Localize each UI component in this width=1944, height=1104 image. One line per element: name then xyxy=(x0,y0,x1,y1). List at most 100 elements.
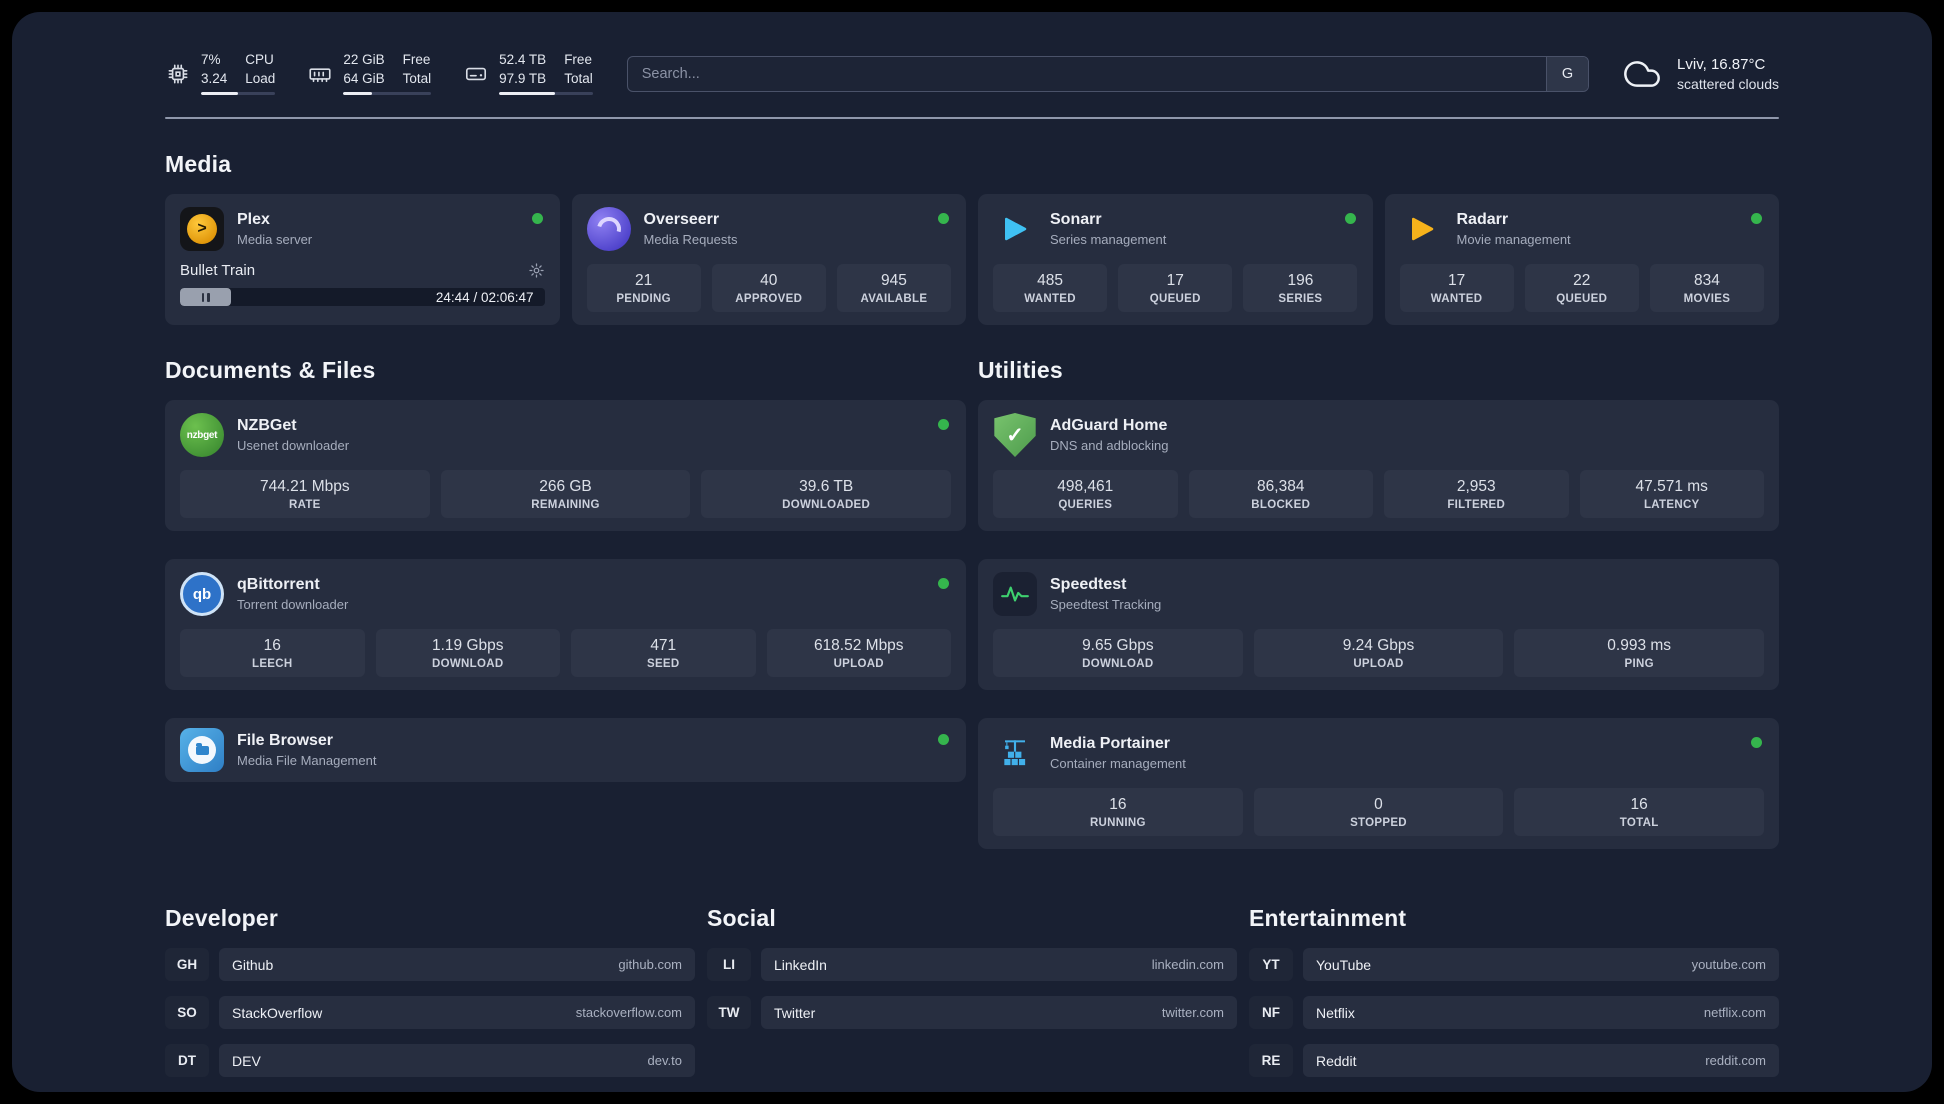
sonarr-stats: 485 WANTED 17 QUEUED 196 SERIES xyxy=(993,264,1358,313)
nzbget-icon: nzbget xyxy=(180,413,224,458)
disk-free-value: 52.4 TB xyxy=(499,52,547,67)
app-card-adguard[interactable]: ✓ AdGuard Home DNS and adblocking 498,46… xyxy=(978,400,1779,532)
memory-free-label: Free xyxy=(402,52,431,67)
weather-widget: Lviv, 16.87°C scattered clouds xyxy=(1619,54,1779,94)
section-documents: Documents & Files nzbget NZBGet Usenet d… xyxy=(165,357,966,849)
link-body[interactable]: YouTube youtube.com xyxy=(1303,948,1779,982)
stat-blocked: 86,384 BLOCKED xyxy=(1188,470,1373,519)
disk-readout: 52.4 TB 97.9 TB Free Total xyxy=(499,52,593,96)
link-body[interactable]: Netflix netflix.com xyxy=(1303,996,1779,1030)
app-card-overseerr[interactable]: Overseerr Media Requests 21 PENDING 40 A… xyxy=(571,194,966,326)
documents-section-title: Documents & Files xyxy=(165,357,376,384)
utilities-section-title: Utilities xyxy=(978,357,1063,384)
app-subtitle: Media File Management xyxy=(237,753,377,769)
social-section-title: Social xyxy=(707,905,776,932)
link-reddit[interactable]: RE Reddit reddit.com xyxy=(1249,1044,1779,1078)
app-card-speedtest[interactable]: Speedtest Speedtest Tracking 9.65 Gbps D… xyxy=(978,559,1779,691)
stat-available: 945 AVAILABLE xyxy=(836,264,951,313)
stat-queued: 22 QUEUED xyxy=(1524,264,1639,313)
link-body[interactable]: StackOverflow stackoverflow.com xyxy=(219,996,695,1030)
memory-progress-bar xyxy=(343,92,432,96)
speedtest-stats: 9.65 Gbps DOWNLOAD 9.24 Gbps UPLOAD 0.99… xyxy=(993,629,1764,678)
linkedin-badge-icon: LI xyxy=(707,948,751,982)
cpu-label: CPU xyxy=(245,52,274,67)
link-body[interactable]: Github github.com xyxy=(219,948,695,982)
app-card-plex[interactable]: > Plex Media server Bullet Train 24:44 /… xyxy=(165,194,560,326)
entertainment-section-title: Entertainment xyxy=(1249,905,1407,932)
app-name: AdGuard Home xyxy=(1050,417,1168,435)
portainer-stats: 16 RUNNING 0 STOPPED 16 TOTAL xyxy=(993,788,1764,837)
link-body[interactable]: Reddit reddit.com xyxy=(1303,1044,1779,1078)
plex-icon: > xyxy=(180,207,224,252)
app-card-nzbget[interactable]: nzbget NZBGet Usenet downloader 744.21 M… xyxy=(165,400,966,532)
app-name: Overseerr xyxy=(643,211,720,229)
search-engine-button[interactable]: G xyxy=(1546,56,1589,91)
search-bar[interactable]: G xyxy=(626,55,1590,92)
app-subtitle: Container management xyxy=(1050,756,1186,772)
link-youtube[interactable]: YT YouTube youtube.com xyxy=(1249,948,1779,982)
disk-total-label: Total xyxy=(564,70,593,86)
cpu-usage-value: 7% xyxy=(201,52,221,67)
memory-free-value: 22 GiB xyxy=(343,52,385,67)
stat-upload: 9.24 Gbps UPLOAD xyxy=(1253,629,1504,678)
disk-progress-bar xyxy=(499,92,593,96)
link-dev[interactable]: DT DEV dev.to xyxy=(165,1044,695,1078)
sonarr-icon xyxy=(993,207,1037,251)
link-stackoverflow[interactable]: SO StackOverflow stackoverflow.com xyxy=(165,996,695,1030)
overseerr-stats: 21 PENDING 40 APPROVED 945 AVAILABLE xyxy=(586,264,952,313)
disk-total-value: 97.9 TB xyxy=(499,70,547,86)
stat-filtered: 2,953 FILTERED xyxy=(1384,470,1569,519)
top-bar: 7% 3.24 CPU Load 22 GiB 64 GiB Free Tota… xyxy=(165,52,1779,96)
link-body[interactable]: DEV dev.to xyxy=(219,1044,695,1078)
stat-download: 9.65 Gbps DOWNLOAD xyxy=(993,629,1243,678)
stat-queries: 498,461 QUERIES xyxy=(993,470,1178,519)
stat-rate: 744.21 Mbps RATE xyxy=(180,470,430,519)
app-card-filebrowser[interactable]: File Browser Media File Management xyxy=(165,718,966,783)
stat-movies: 834 MOVIES xyxy=(1649,264,1764,313)
stat-remaining: 266 GB REMAINING xyxy=(440,470,691,519)
dashboard-panel: 7% 3.24 CPU Load 22 GiB 64 GiB Free Tota… xyxy=(12,12,1932,1092)
stat-upload: 618.52 Mbps UPLOAD xyxy=(766,629,951,678)
media-section-title: Media xyxy=(165,151,232,178)
stat-wanted: 17 WANTED xyxy=(1399,264,1514,313)
app-name: NZBGet xyxy=(237,417,297,435)
weather-condition: scattered clouds xyxy=(1677,75,1779,92)
link-github[interactable]: GH Github github.com xyxy=(165,948,695,982)
settings-gear-icon[interactable] xyxy=(528,262,545,279)
app-subtitle: Torrent downloader xyxy=(237,597,349,613)
cpu-load-label: Load xyxy=(245,70,276,86)
adguard-stats: 498,461 QUERIES 86,384 BLOCKED 2,953 FIL… xyxy=(993,470,1764,519)
playback-progress-fill[interactable] xyxy=(180,288,232,307)
app-card-portainer[interactable]: Media Portainer Container management 16 … xyxy=(978,718,1779,850)
stat-download: 1.19 Gbps DOWNLOAD xyxy=(375,629,560,678)
link-body[interactable]: LinkedIn linkedin.com xyxy=(761,948,1237,982)
app-card-radarr[interactable]: Radarr Movie management 17 WANTED 22 QUE… xyxy=(1384,194,1779,326)
cloud-icon xyxy=(1619,54,1665,94)
memory-total-value: 64 GiB xyxy=(343,70,385,86)
playback-progress-bar[interactable]: 24:44 / 02:06:47 xyxy=(180,288,545,307)
adguard-shield-icon: ✓ xyxy=(994,413,1036,458)
disk-progress-fill xyxy=(499,92,556,96)
search-input[interactable] xyxy=(627,56,1547,91)
link-body[interactable]: Twitter twitter.com xyxy=(761,996,1237,1030)
github-badge-icon: GH xyxy=(165,948,209,982)
link-twitter[interactable]: TW Twitter twitter.com xyxy=(707,996,1237,1030)
status-dot xyxy=(1751,213,1762,225)
app-name: File Browser xyxy=(237,732,334,750)
app-subtitle: Usenet downloader xyxy=(237,438,350,454)
link-netflix[interactable]: NF Netflix netflix.com xyxy=(1249,996,1779,1030)
link-linkedin[interactable]: LI LinkedIn linkedin.com xyxy=(707,948,1237,982)
status-dot xyxy=(938,734,949,746)
app-subtitle: DNS and adblocking xyxy=(1050,438,1169,454)
stat-total: 16 TOTAL xyxy=(1514,788,1764,837)
status-dot xyxy=(531,213,543,225)
status-dot xyxy=(1344,213,1356,225)
header-divider xyxy=(165,117,1779,120)
app-card-qbittorrent[interactable]: qb qBittorrent Torrent downloader 16 LEE… xyxy=(165,559,966,691)
weather-location-temp: Lviv, 16.87°C xyxy=(1677,55,1766,73)
now-playing-title: Bullet Train xyxy=(180,262,256,280)
app-card-sonarr[interactable]: Sonarr Series management 485 WANTED 17 Q… xyxy=(978,194,1373,326)
app-subtitle: Movie management xyxy=(1456,232,1571,248)
section-developer: Developer GH Github github.com SO StackO… xyxy=(165,905,695,1078)
stat-downloaded: 39.6 TB DOWNLOADED xyxy=(701,470,951,519)
